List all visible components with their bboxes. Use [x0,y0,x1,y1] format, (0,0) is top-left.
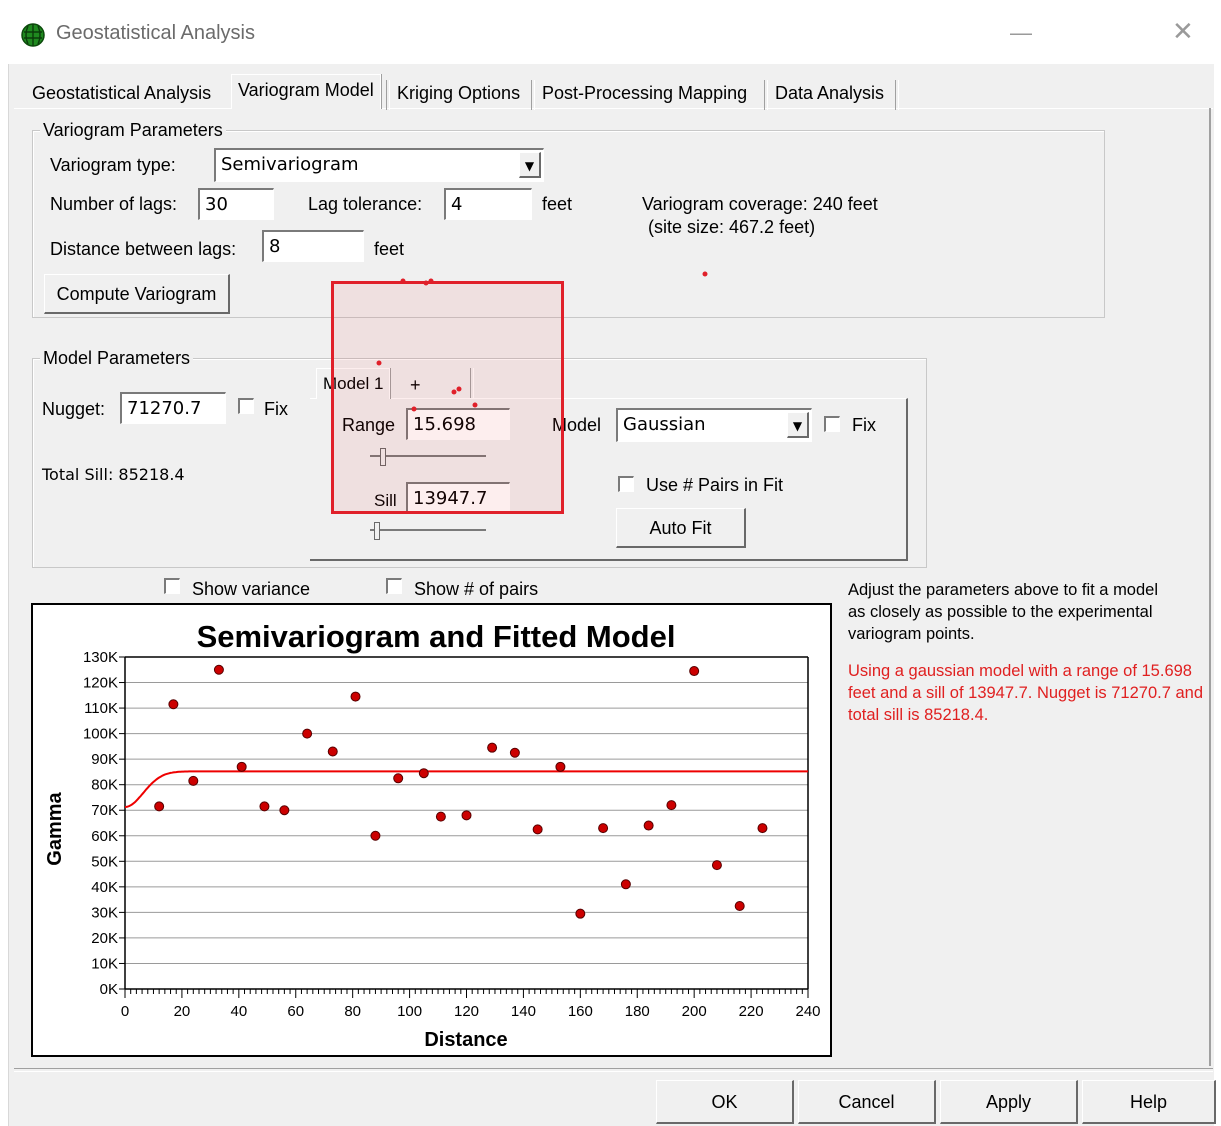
x-tick-label: 140 [511,1003,536,1020]
y-tick-label: 10K [91,955,118,972]
data-point [327,746,338,757]
data-point [509,747,520,758]
data-point [168,699,179,710]
x-tick-label: 20 [174,1003,191,1020]
data-point [188,775,199,786]
y-tick-label: 80K [91,777,118,794]
x-tick-label: 60 [287,1003,304,1020]
x-tick-label: 160 [568,1003,593,1020]
y-tick-label: 40K [91,879,118,896]
y-tick-label: 30K [91,904,118,921]
data-point [461,810,472,821]
ok-button[interactable]: OK [656,1080,794,1124]
y-tick-label: 110K [84,700,118,717]
data-point [734,901,745,911]
y-tick-label: 60K [91,828,118,845]
show-pairs-label: Show # of pairs [414,579,539,599]
data-point [711,860,722,871]
annotation-dot [400,278,406,284]
result-text: Using a gaussian model with a range of 1… [848,662,1204,724]
annotation-dot [428,278,434,284]
annotation-dot [456,386,462,392]
data-point [418,768,429,779]
chart-canvas: Semivariogram and Fitted Model Gamma Dis… [44,619,821,1051]
bottom-separator [14,1068,1213,1072]
semivariogram-chart: Semivariogram and Fitted Model Gamma Dis… [31,603,832,1057]
annotation-dot [702,271,708,277]
show-variance-label: Show variance [192,579,311,599]
y-tick-label: 120K [83,675,118,692]
y-tick-label: 50K [91,853,118,870]
data-point [620,879,631,890]
data-point [350,691,361,702]
x-tick-label: 240 [795,1003,820,1020]
annotation-dot [423,280,429,286]
data-point [689,666,700,677]
apply-button[interactable]: Apply [940,1080,1078,1124]
y-tick-label: 0K [100,981,118,998]
data-point [259,801,270,812]
data-point [643,820,654,831]
x-tick-label: 80 [344,1003,361,1020]
data-point [302,728,313,739]
annotation-dot [451,389,457,395]
x-tick-label: 100 [397,1003,422,1020]
data-point [393,773,404,784]
x-tick-label: 0 [121,1003,129,1020]
x-tick-label: 220 [739,1003,764,1020]
chart-ylabel: Gamma [44,791,66,865]
data-point [213,664,224,675]
y-tick-label: 100K [83,726,118,743]
data-point [598,823,609,834]
data-point [555,761,566,772]
chart-xlabel: Distance [424,1029,507,1051]
annotation-dot [376,360,382,366]
data-point [532,824,543,835]
data-point [435,811,446,822]
show-pairs-checkbox[interactable] [386,578,402,594]
x-tick-label: 200 [682,1003,707,1020]
fitted-model-line [124,770,808,808]
y-tick-label: 130K [83,649,118,666]
y-tick-label: 70K [91,802,118,819]
cancel-button[interactable]: Cancel [798,1080,936,1124]
data-point [370,830,381,841]
y-tick-label: 90K [91,751,118,768]
x-tick-label: 180 [625,1003,650,1020]
help-text: Adjust the parameters above to fit a mod… [848,581,1159,643]
data-point [757,823,768,834]
data-point [575,908,586,919]
annotation-dot [472,402,478,408]
data-point [236,761,247,772]
data-point [666,800,677,811]
data-point [487,742,498,753]
help-button[interactable]: Help [1082,1080,1216,1124]
x-tick-label: 40 [230,1003,247,1020]
data-point [279,805,290,816]
annotation-dot [411,406,417,412]
show-variance-checkbox[interactable] [164,578,180,594]
chart-title: Semivariogram and Fitted Model [197,619,676,654]
x-tick-label: 120 [454,1003,479,1020]
data-point [154,801,165,812]
y-tick-label: 20K [91,930,118,947]
